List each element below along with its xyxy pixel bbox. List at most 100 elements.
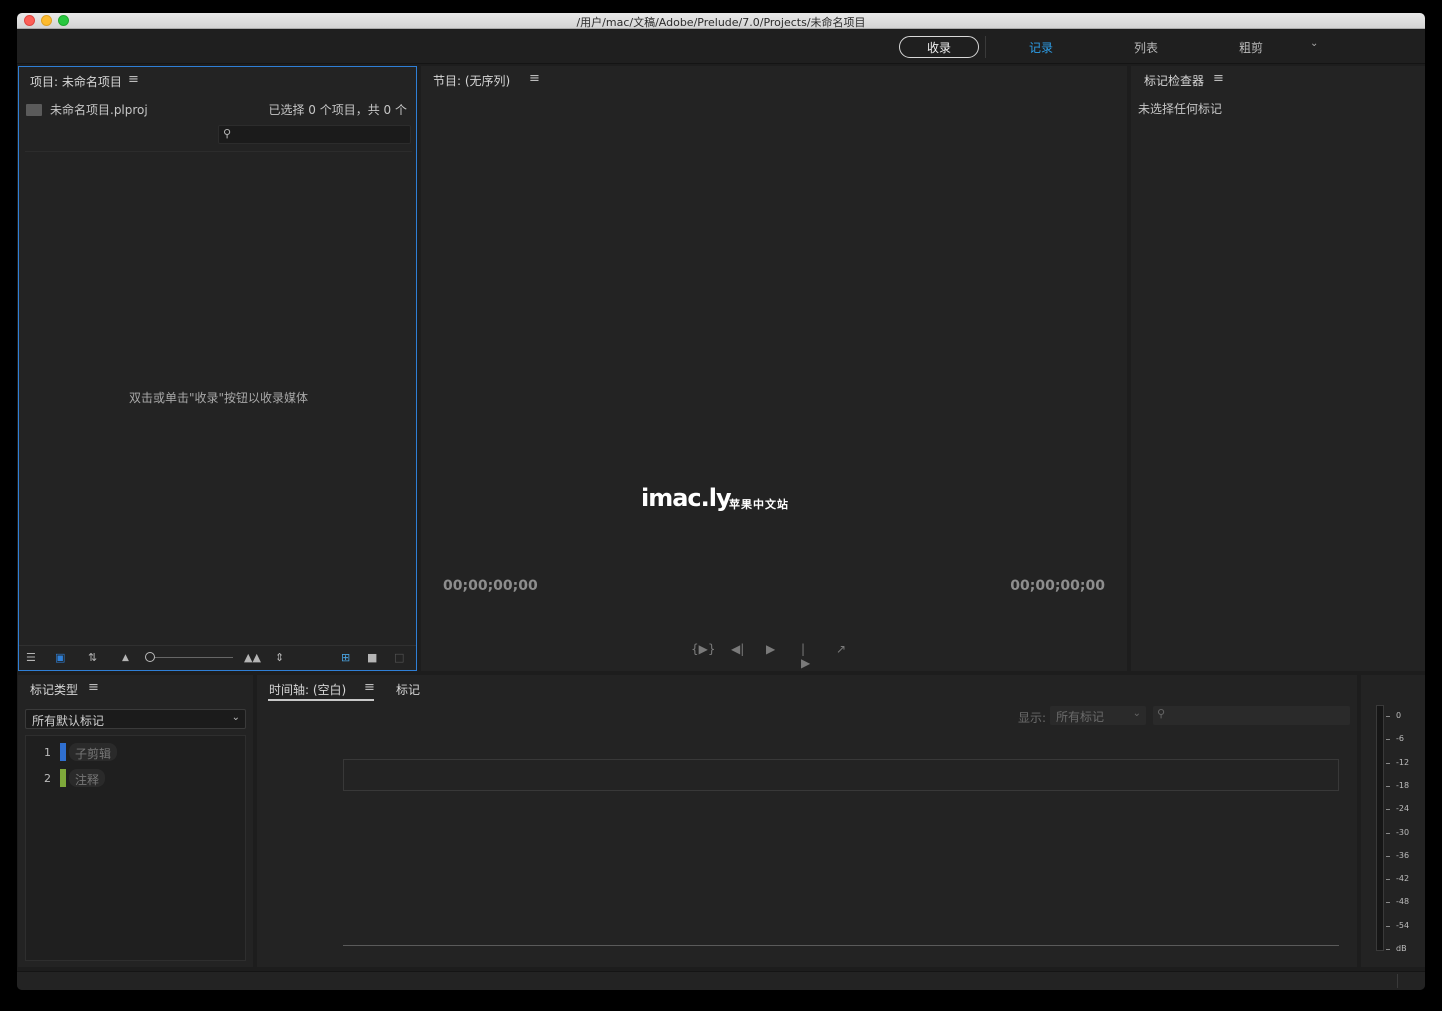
play-icon[interactable]: ▶	[766, 642, 775, 656]
meter-label: dB	[1396, 944, 1407, 953]
search-icon: ⚲	[1157, 707, 1166, 720]
marker-type-list: 1 子剪辑 2 注释	[25, 735, 246, 961]
meter-tick	[1386, 716, 1390, 717]
panel-menu-icon[interactable]: ≡	[88, 680, 99, 695]
zoom-slider-track[interactable]	[149, 657, 233, 658]
show-filter-value: 所有标记	[1056, 710, 1105, 724]
panel-menu-icon[interactable]: ≡	[364, 680, 375, 695]
timecode-in[interactable]: 00;00;00;00	[443, 578, 538, 594]
program-monitor-panel: 节目: (无序列) ≡ imac.ly 苹果中文站 00;00;00;00 00…	[421, 66, 1127, 671]
panel-menu-icon[interactable]: ≡	[529, 71, 540, 86]
play-in-to-out-icon[interactable]: {▶}	[691, 642, 716, 656]
list-view-icon[interactable]: ☰	[26, 652, 36, 664]
ingest-button[interactable]: 收录	[899, 36, 979, 58]
selection-count: 已选择 0 个项目，共 0 个	[268, 103, 407, 117]
workspace-tab-rough-cut[interactable]: 粗剪	[1239, 39, 1263, 56]
timeline-baseline	[343, 945, 1339, 946]
meter-tick	[1386, 785, 1390, 787]
workspace-chevron-down-icon[interactable]: ⌄	[1310, 38, 1318, 49]
app-window: /用户/mac/文稿/Adobe/Prelude/7.0/Projects/未命…	[17, 13, 1425, 990]
marker-type-panel-header: 标记类型 ≡	[18, 675, 253, 701]
workspace-tab-list[interactable]: 列表	[1134, 39, 1158, 56]
marker-type-label: 子剪辑	[69, 743, 118, 761]
marker-type-label: 注释	[69, 769, 106, 787]
audio-meter-panel: 0 -6 -12 -18 -24 -30 -36 -42 -48 -54 dB	[1361, 675, 1425, 967]
meter-tick	[1386, 925, 1390, 927]
workspace-tab-logging[interactable]: 记录	[1029, 39, 1053, 56]
meter-label: -18	[1396, 780, 1410, 790]
marker-filter-select[interactable]: 所有默认标记 ⌄	[25, 709, 246, 729]
timeline-search-input[interactable]: ⚲	[1153, 706, 1350, 725]
freeform-view-icon[interactable]: ⇅	[88, 652, 97, 664]
status-divider	[1397, 974, 1398, 988]
meter-tick	[1386, 832, 1390, 834]
timeline-panel: 时间轴: (空白) ≡ 标记 显示: 所有标记 ⌄ ⚲	[257, 675, 1357, 967]
icon-view-icon[interactable]: ▣	[55, 652, 65, 664]
project-file-icon	[26, 104, 42, 116]
marker-inspector-panel: 标记检查器 ≡ 未选择任何标记	[1131, 66, 1425, 671]
project-panel-footer: ☰ ▣ ⇅ ▲ ▲▲ ⇕ ⊞ ■ □	[19, 645, 416, 669]
inspector-panel-header: 标记检查器 ≡	[1131, 66, 1425, 92]
project-empty-message: 双击或单击"收录"按钮以收录媒体	[128, 391, 309, 405]
project-items-list[interactable]: 双击或单击"收录"按钮以收录媒体	[25, 151, 412, 641]
project-panel: 项目: 未命名项目 ≡ 未命名项目.plproj 已选择 0 个项目，共 0 个…	[18, 66, 417, 671]
title-bar: /用户/mac/文稿/Adobe/Prelude/7.0/Projects/未命…	[17, 13, 1425, 29]
marker-type-number: 1	[44, 746, 51, 759]
zoom-slider-knob[interactable]	[145, 652, 155, 662]
new-bin-folder-icon[interactable]: ■	[367, 652, 377, 664]
timeline-track[interactable]	[343, 759, 1339, 791]
meter-label: -42	[1396, 874, 1410, 884]
tab-timeline[interactable]: 时间轴: (空白)	[269, 681, 346, 698]
meter-label: -48	[1396, 897, 1410, 907]
marker-filter-value: 所有默认标记	[32, 714, 105, 728]
zoom-out-icon[interactable]: ▲	[122, 652, 129, 664]
timecode-out[interactable]: 00;00;00;00	[1010, 578, 1105, 594]
sort-icon[interactable]: ⇕	[275, 652, 284, 664]
meter-tick	[1386, 949, 1390, 950]
watermark-logo-text: imac.ly	[641, 484, 732, 512]
show-filter-label: 显示:	[1018, 711, 1047, 725]
chevron-down-icon: ⌄	[1132, 708, 1141, 719]
status-bar	[17, 971, 1425, 990]
meter-tick	[1386, 809, 1390, 811]
export-frame-icon[interactable]: ↗	[836, 642, 846, 656]
project-search-input[interactable]: ⚲	[218, 125, 411, 144]
marker-type-item[interactable]: 2 注释	[26, 768, 245, 788]
project-file-name: 未命名项目.plproj	[50, 103, 148, 117]
meter-tick	[1386, 762, 1390, 764]
zoom-in-icon[interactable]: ▲▲	[244, 652, 261, 664]
meter-tick	[1386, 902, 1390, 904]
project-panel-header: 项目: 未命名项目 ≡	[19, 67, 416, 93]
project-panel-title[interactable]: 项目: 未命名项目	[30, 73, 122, 90]
chevron-down-icon: ⌄	[231, 712, 240, 723]
program-panel-header: 节目: (无序列) ≡	[421, 66, 1127, 92]
show-filter-select[interactable]: 所有标记 ⌄	[1050, 706, 1146, 725]
workspace-divider	[985, 36, 986, 58]
inspector-panel-title[interactable]: 标记检查器	[1144, 72, 1204, 89]
inspector-empty-message: 未选择任何标记	[1138, 102, 1223, 116]
workspace-bar: 收录 记录 列表 粗剪 ⌄	[17, 30, 1425, 64]
meter-label: -36	[1396, 850, 1410, 860]
watermark-caption: 苹果中文站	[729, 498, 789, 511]
marker-color-swatch	[60, 743, 66, 761]
tab-markers[interactable]: 标记	[396, 681, 420, 698]
automate-to-sequence-icon[interactable]: ⊞	[341, 652, 350, 664]
marker-type-item[interactable]: 1 子剪辑	[26, 742, 245, 762]
meter-label: -24	[1396, 804, 1410, 814]
trash-icon[interactable]: □	[394, 652, 404, 664]
meter-tick	[1386, 879, 1390, 881]
marker-color-swatch	[60, 769, 66, 787]
meter-label: 0	[1396, 711, 1402, 720]
active-tab-indicator	[268, 699, 374, 701]
marker-type-panel: 标记类型 ≡ 所有默认标记 ⌄ 1 子剪辑 2 注释	[18, 675, 253, 967]
meter-label: -30	[1396, 827, 1410, 837]
watermark-logo: imac.ly 苹果中文站	[641, 484, 788, 512]
panel-menu-icon[interactable]: ≡	[1213, 71, 1224, 86]
meter-tick	[1386, 855, 1390, 857]
marker-type-panel-title[interactable]: 标记类型	[30, 681, 78, 698]
marker-type-number: 2	[44, 772, 51, 785]
panel-menu-icon[interactable]: ≡	[128, 72, 139, 87]
step-back-icon[interactable]: ◀|	[731, 642, 744, 656]
program-panel-title[interactable]: 节目: (无序列)	[433, 72, 510, 89]
step-forward-icon[interactable]: |▶	[801, 642, 810, 670]
